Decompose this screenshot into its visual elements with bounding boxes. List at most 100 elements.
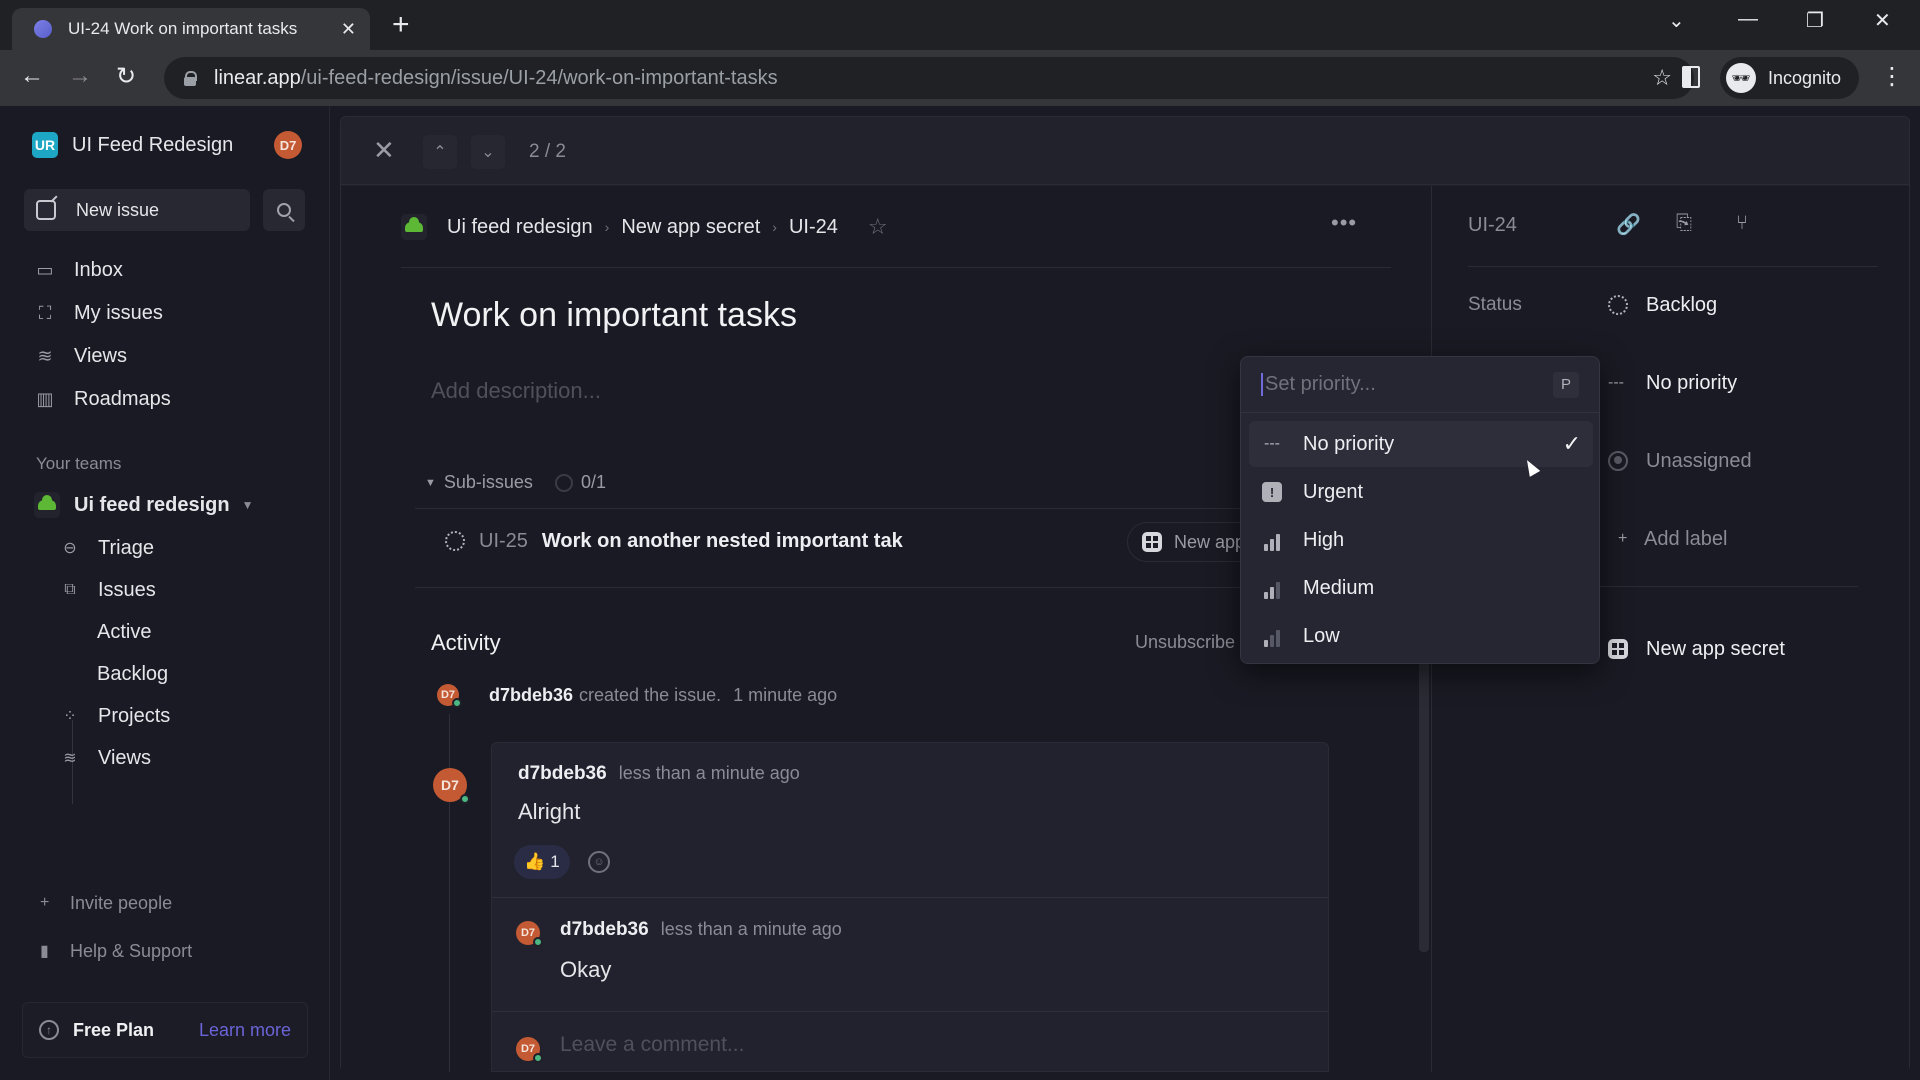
priority-menu: P --- No priority ✓ ! Urgent High Medium… [1240, 356, 1600, 664]
description-field[interactable]: Add description... [431, 378, 601, 404]
lock-icon [184, 71, 197, 86]
tab-close-icon[interactable]: ✕ [341, 19, 356, 40]
status-value[interactable]: Backlog [1608, 290, 1717, 320]
sub-issues-progress: 0/1 [580, 472, 606, 492]
priority-value[interactable]: --- No priority [1608, 368, 1737, 398]
copy-id-icon[interactable]: ⎘ [1676, 212, 1692, 235]
close-issue-icon[interactable]: ✕ [373, 135, 395, 166]
incognito-label: Incognito [1768, 67, 1842, 88]
breadcrumb-project[interactable]: New app secret [621, 216, 760, 239]
sidebar-item-projects[interactable]: ⁘ Projects [60, 700, 170, 732]
add-reaction-icon[interactable]: ☺ [588, 851, 610, 873]
triage-icon: ⊖ [63, 540, 77, 557]
browser-tab[interactable]: UI-24 Work on important tasks ✕ [12, 8, 370, 50]
sub-issues-label: Sub-issues [443, 472, 533, 492]
sidebar-item-my-issues[interactable]: ⛶ My issues [34, 296, 163, 330]
priority-option-high[interactable]: High [1249, 517, 1593, 563]
incognito-profile-button[interactable]: 🕶 Incognito [1720, 57, 1860, 99]
sidebar-item-roadmaps[interactable]: ▥ Roadmaps [34, 382, 170, 416]
priority-option-label: No priority [1303, 432, 1395, 455]
your-teams-label: Your teams [36, 454, 122, 473]
compose-icon [36, 200, 56, 220]
comment-user[interactable]: d7bdeb36 [560, 919, 649, 941]
sidebar-item-views[interactable]: ≋ Views [34, 339, 127, 373]
event-time: 1 minute ago [733, 684, 838, 705]
priority-option-low[interactable]: Low [1249, 613, 1593, 659]
minimize-icon[interactable]: — [1738, 8, 1758, 31]
learn-more-link[interactable]: Learn more [199, 1020, 291, 1041]
views-icon: ≋ [37, 345, 53, 366]
priority-option-medium[interactable]: Medium [1249, 565, 1593, 611]
branch-icon[interactable]: ⑂ [1736, 212, 1748, 235]
avatar: D7 [437, 684, 462, 708]
workspace-switcher[interactable]: UR UI Feed Redesign D7 [32, 130, 302, 160]
previous-issue-button[interactable]: ⌃ [423, 135, 457, 169]
views-icon: ≋ [63, 750, 77, 767]
tab-search-icon[interactable]: ⌄ [1668, 8, 1685, 33]
sidebar-item-team-views[interactable]: ≋ Views [60, 742, 151, 774]
status-label: Status [1468, 294, 1522, 315]
comment-thread: d7bdeb36 less than a minute ago Alright … [491, 742, 1329, 1072]
sidebar-item-active[interactable]: Active [97, 616, 151, 648]
comment-user[interactable]: d7bdeb36 [518, 763, 607, 785]
search-button[interactable] [263, 189, 305, 231]
bookmark-star-icon[interactable]: ☆ [1652, 65, 1672, 91]
help-support-label: Help & Support [70, 940, 193, 961]
priority-option-label: Low [1303, 624, 1340, 647]
unsubscribe-button[interactable]: Unsubscribe [1135, 632, 1235, 653]
reload-icon[interactable]: ↻ [116, 62, 136, 91]
progress-ring-icon [554, 473, 573, 492]
address-bar[interactable]: linear.app/ui-feed-redesign/issue/UI-24/… [164, 57, 1694, 99]
help-support-button[interactable]: ▮ Help & Support [40, 937, 192, 965]
restore-icon[interactable]: ❐ [1806, 8, 1824, 33]
sidebar-item-backlog[interactable]: Backlog [97, 658, 168, 690]
team-ui-feed-redesign[interactable]: Ui feed redesign ▼ [34, 489, 254, 521]
priority-option-urgent[interactable]: ! Urgent [1249, 469, 1593, 515]
assignee-value[interactable]: Unassigned [1608, 446, 1752, 476]
priority-search-input[interactable] [1261, 373, 1553, 396]
breadcrumb-team[interactable]: Ui feed redesign [447, 216, 593, 239]
close-window-icon[interactable]: ✕ [1874, 8, 1891, 33]
project-value[interactable]: New app secret [1608, 634, 1785, 664]
issue-title[interactable]: Work on important tasks [431, 296, 797, 335]
sidebar-item-inbox[interactable]: ▭ Inbox [34, 253, 122, 287]
sidebar-item-triage[interactable]: ⊖ Triage [60, 532, 154, 564]
add-label-button[interactable]: + Add label [1618, 524, 1727, 554]
breadcrumb-issue[interactable]: UI-24 [789, 216, 838, 239]
sidebar-item-label: Projects [98, 704, 171, 727]
event-user[interactable]: d7bdeb36 [489, 685, 573, 706]
project-icon [1142, 532, 1162, 552]
browser-menu-icon[interactable]: ⋮ [1880, 62, 1904, 92]
favorite-star-icon[interactable]: ☆ [868, 214, 888, 240]
incognito-icon: 🕶 [1726, 63, 1756, 93]
search-icon [277, 203, 291, 217]
sidebar-item-label: Views [74, 344, 127, 367]
priority-option-label: Medium [1303, 576, 1375, 599]
plus-icon: + [40, 894, 50, 911]
thumbs-up-reaction[interactable]: 👍 1 [514, 845, 570, 879]
breadcrumb: Ui feed redesign › New app secret › UI-2… [401, 210, 888, 244]
caret-down-icon: ▼ [241, 498, 254, 512]
new-issue-button[interactable]: New issue [24, 189, 250, 231]
back-icon[interactable]: ← [20, 62, 44, 90]
user-icon [1608, 451, 1628, 471]
comment-input[interactable] [560, 1033, 1260, 1057]
sidebar-item-issues[interactable]: ⧉ Issues [60, 574, 156, 606]
side-panel-icon[interactable] [1682, 66, 1700, 88]
copy-link-icon[interactable]: 🔗 [1616, 212, 1641, 237]
invite-people-label: Invite people [70, 892, 173, 913]
priority-option-no-priority[interactable]: --- No priority ✓ [1249, 421, 1593, 467]
chevron-right-icon: › [772, 219, 777, 235]
user-avatar[interactable]: D7 [274, 131, 302, 159]
linear-app: UR UI Feed Redesign D7 New issue ▭ Inbox… [0, 106, 1920, 1080]
next-issue-button[interactable]: ⌄ [471, 135, 505, 169]
projects-icon: ⁘ [63, 708, 77, 725]
inbox-icon: ▭ [36, 259, 54, 280]
more-options-icon[interactable]: ••• [1331, 210, 1357, 236]
invite-people-button[interactable]: + Invite people [40, 889, 172, 917]
forward-icon[interactable]: → [68, 62, 92, 90]
roadmaps-icon: ▥ [36, 388, 54, 409]
thumbs-up-icon: 👍 [524, 852, 546, 871]
new-tab-button[interactable]: + [392, 10, 410, 40]
sub-issues-header[interactable]: ▼ Sub-issues 0/1 [425, 472, 606, 493]
